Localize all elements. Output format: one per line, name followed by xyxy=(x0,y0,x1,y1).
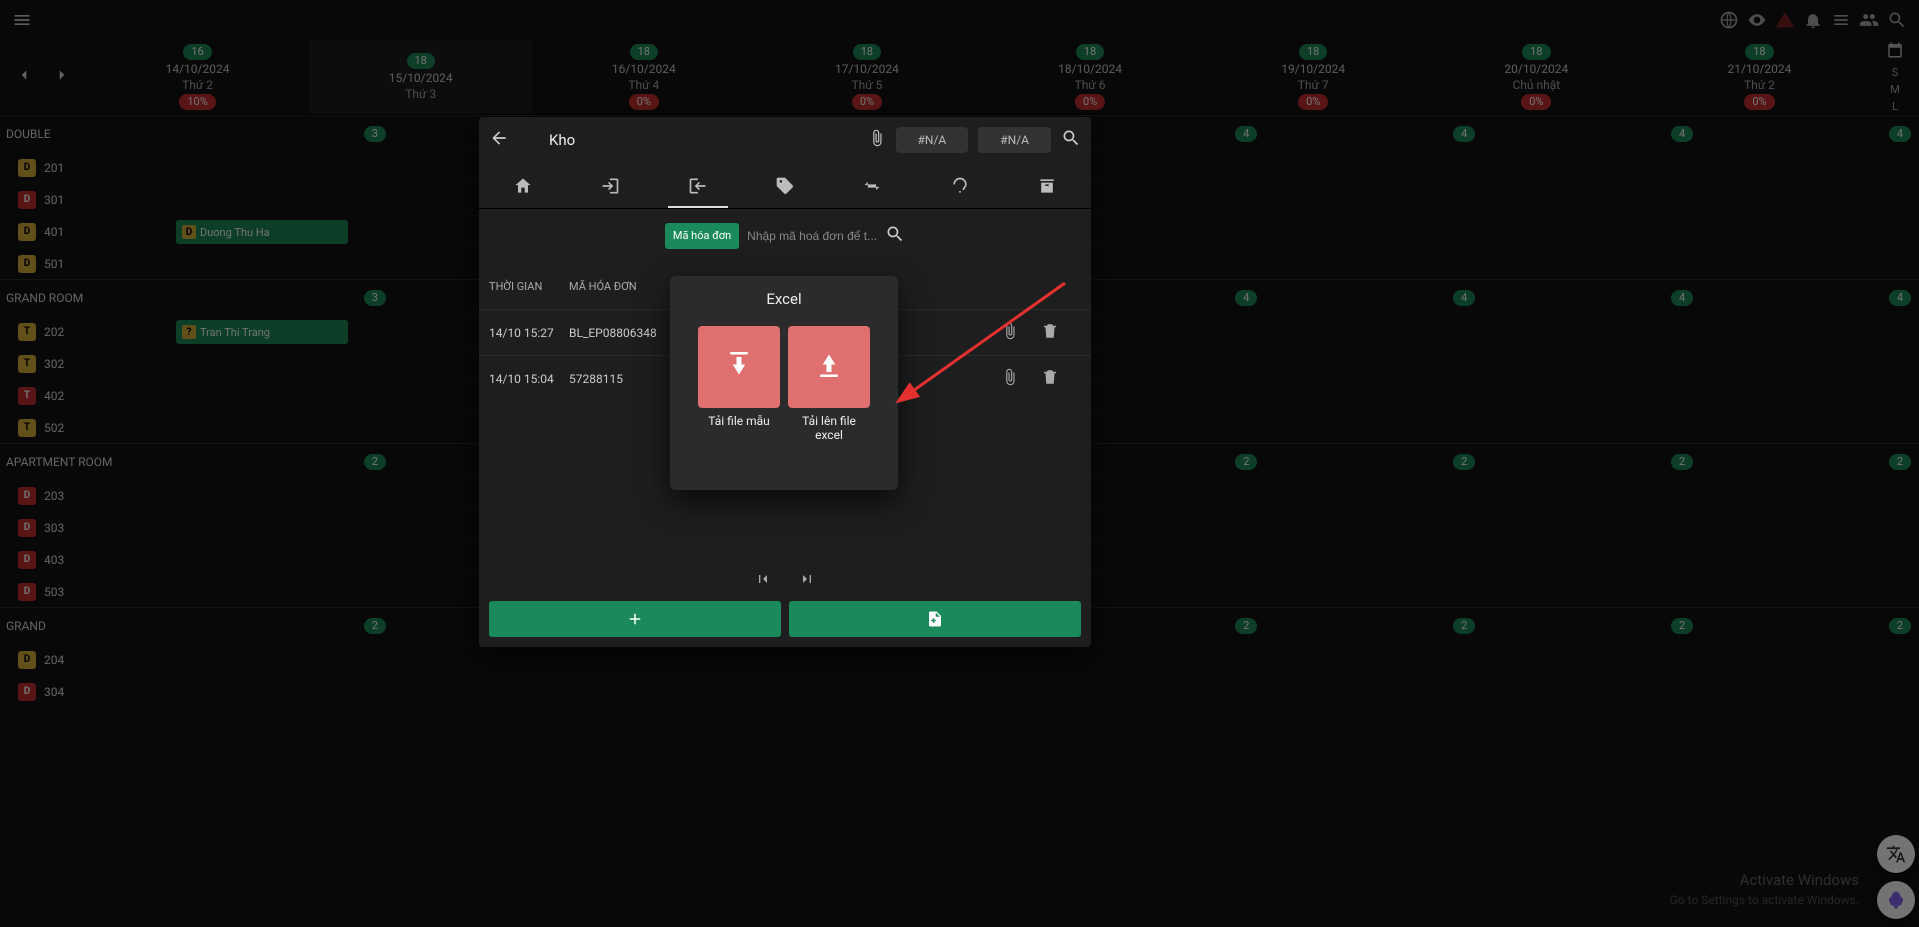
invoice-code-button[interactable]: Mã hóa đơn xyxy=(665,223,739,248)
back-icon[interactable] xyxy=(489,128,509,152)
row-code: 57288115 xyxy=(569,372,679,386)
tab-home[interactable] xyxy=(493,176,553,196)
row-time: 14/10 15:27 xyxy=(489,326,569,340)
tab-swap[interactable] xyxy=(842,176,902,196)
panel-title: Kho xyxy=(549,131,575,149)
excel-title: Excel xyxy=(684,290,884,308)
tab-login[interactable] xyxy=(580,176,640,196)
page-last-icon[interactable] xyxy=(799,571,815,591)
attach-icon[interactable] xyxy=(868,129,886,151)
col-time: THỜI GIAN xyxy=(489,280,569,293)
na-chip-2[interactable]: #N/A xyxy=(978,127,1051,153)
panel-search-icon[interactable] xyxy=(1061,128,1081,152)
row-code: BL_EP08806348 xyxy=(569,326,679,340)
download-icon xyxy=(724,352,754,382)
upload-icon xyxy=(814,352,844,382)
attach-icon[interactable] xyxy=(1001,322,1041,343)
add-button[interactable] xyxy=(489,601,781,637)
download-template-card[interactable]: Tải file mẫu xyxy=(698,326,780,443)
add-file-button[interactable] xyxy=(789,601,1081,637)
upload-excel-card[interactable]: Tải lên file excel xyxy=(788,326,870,443)
na-chip-1[interactable]: #N/A xyxy=(896,127,969,153)
invoice-search-input[interactable] xyxy=(747,229,877,243)
tab-tag[interactable] xyxy=(755,176,815,196)
delete-icon[interactable] xyxy=(1041,368,1081,389)
tab-help[interactable] xyxy=(930,176,990,196)
col-code: MÃ HÓA ĐƠN xyxy=(569,280,679,293)
attach-icon[interactable] xyxy=(1001,368,1041,389)
excel-modal: Excel Tải file mẫu Tải lên file excel xyxy=(670,276,898,490)
invoice-search-icon[interactable] xyxy=(885,224,905,248)
row-time: 14/10 15:04 xyxy=(489,372,569,386)
delete-icon[interactable] xyxy=(1041,322,1081,343)
tab-archive[interactable] xyxy=(1017,176,1077,196)
page-first-icon[interactable] xyxy=(755,571,771,591)
tab-export[interactable] xyxy=(668,176,728,208)
